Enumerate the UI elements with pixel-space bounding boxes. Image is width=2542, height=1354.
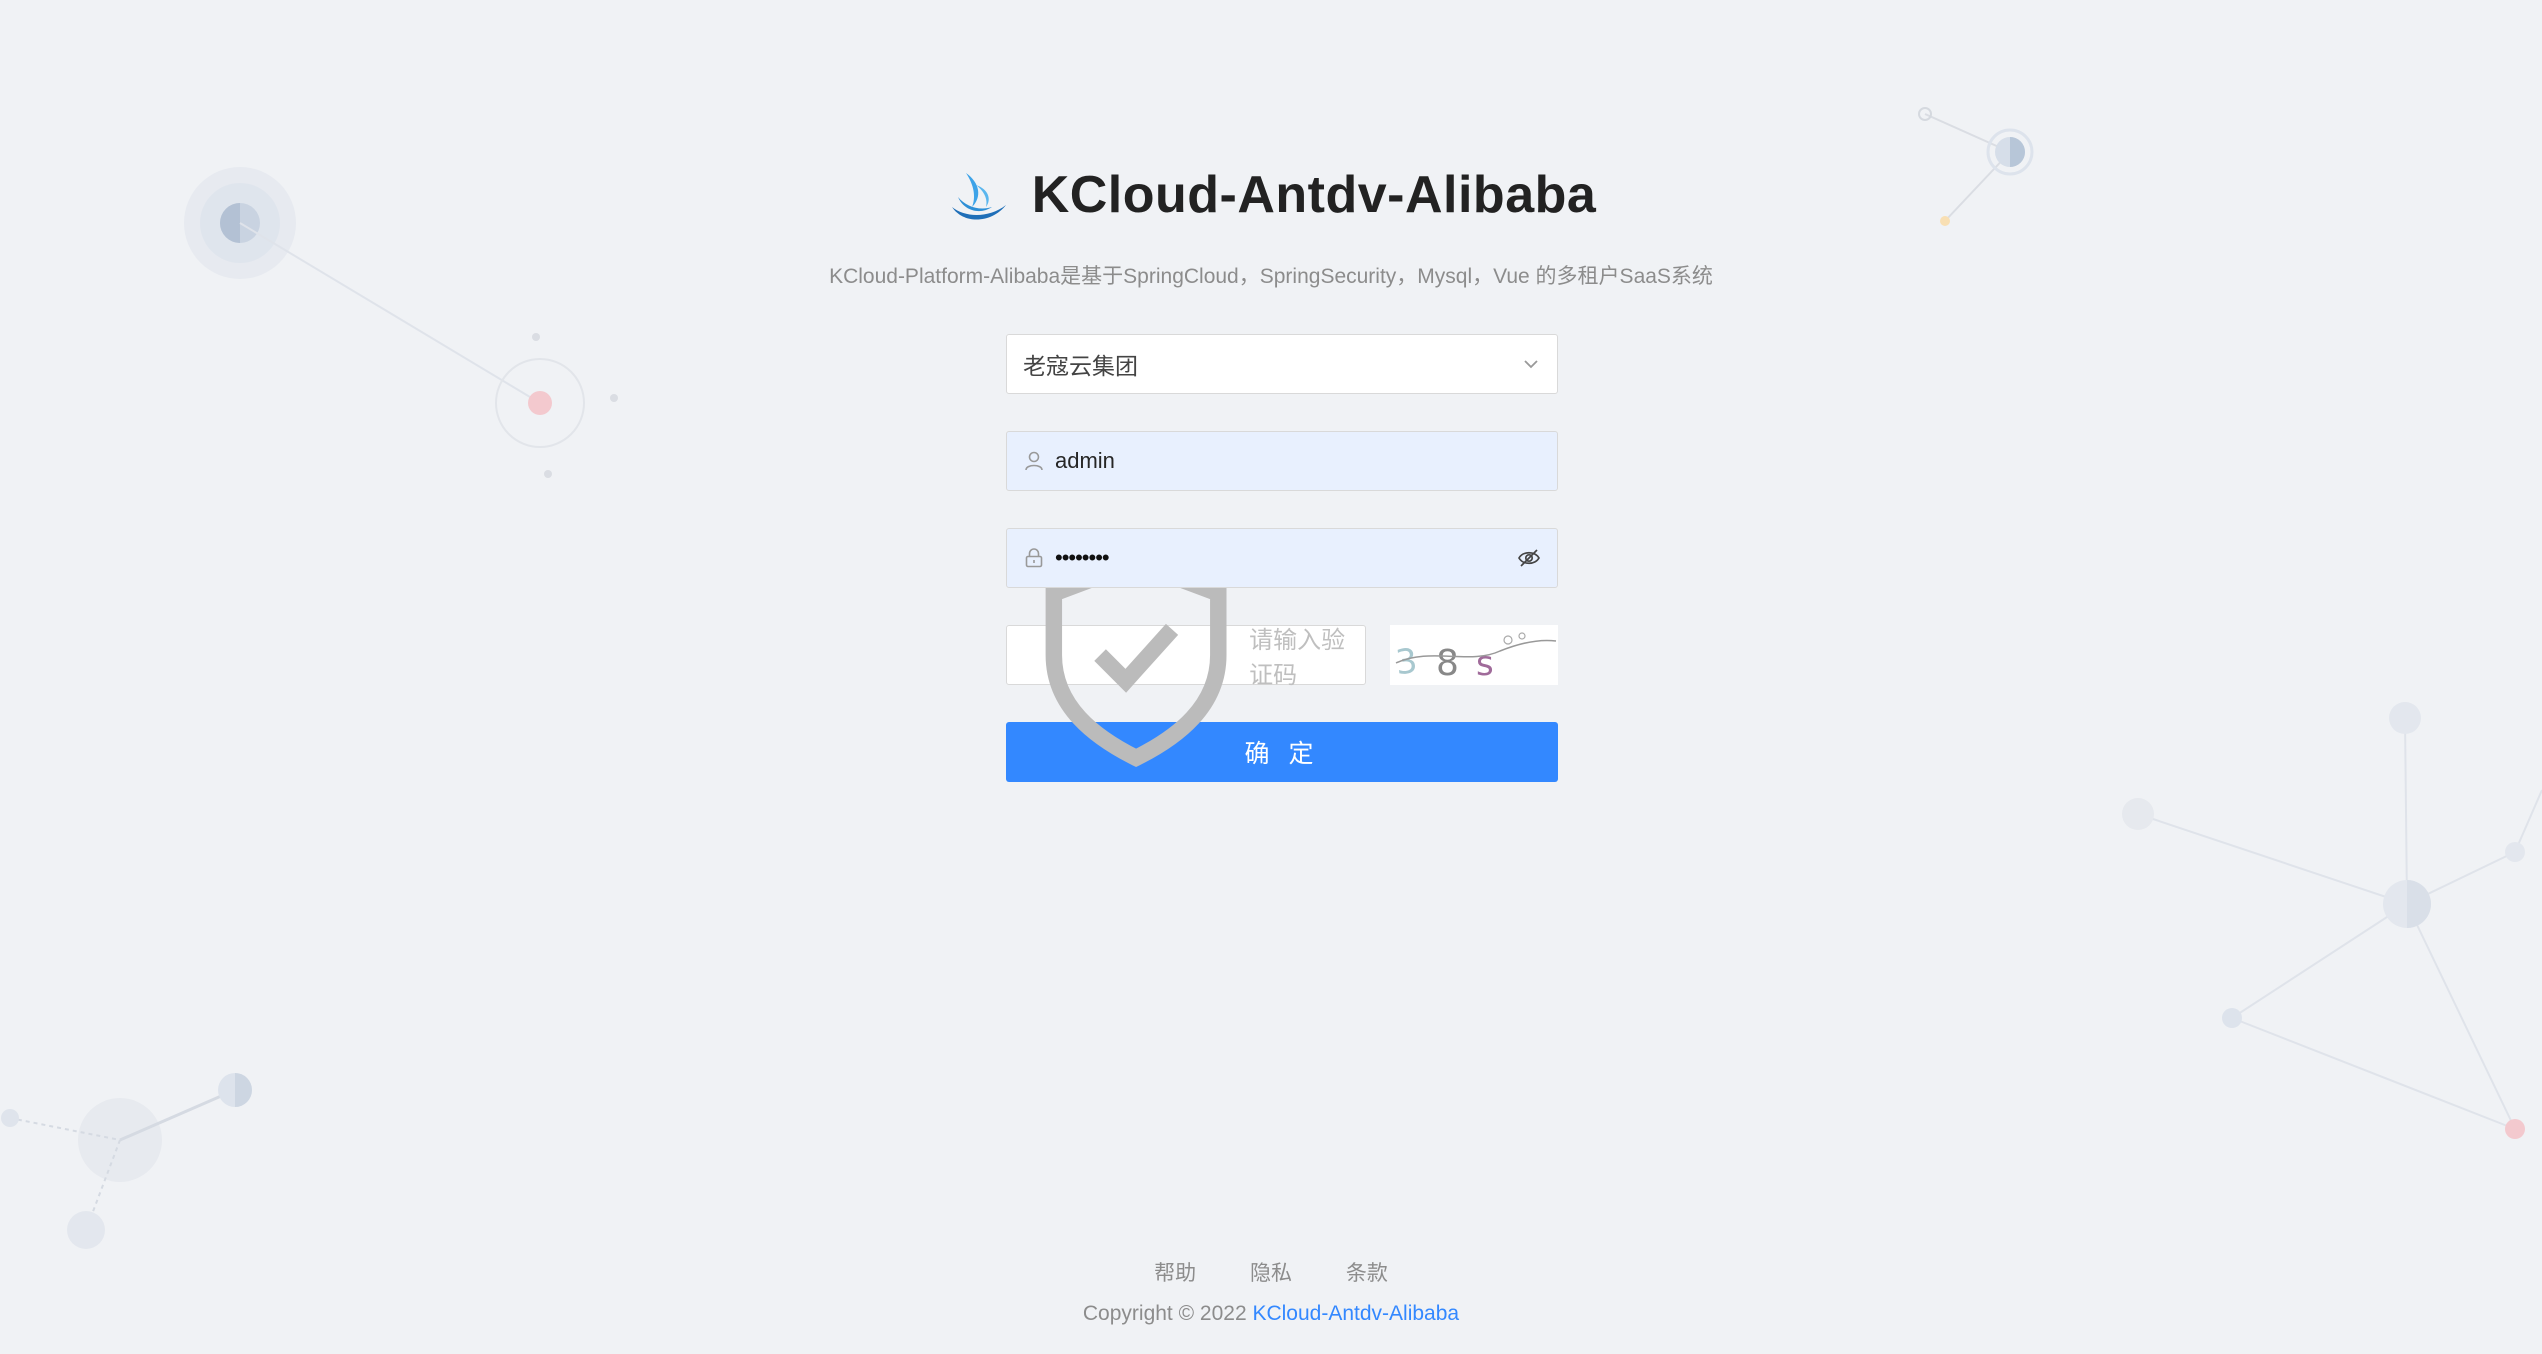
captcha-input[interactable]: 请输入验证码 (1006, 553, 1366, 767)
wave-logo-icon (951, 173, 1006, 220)
app-subtitle: KCloud-Platform-Alibaba是基于SpringCloud，Sp… (829, 265, 1713, 288)
app-title: KCloud-Antdv-Alibaba (1031, 166, 1597, 224)
tenant-select[interactable]: 老寇云集团 (1006, 334, 1558, 394)
footer-links: 帮助 隐私 条款 (0, 1257, 2542, 1287)
footer-link-terms[interactable]: 条款 (1346, 1262, 1388, 1285)
username-value: admin (1055, 448, 1115, 473)
password-value: •••••••• (1055, 545, 1110, 570)
svg-text:8: 8 (1436, 643, 1459, 684)
copyright: Copyright © 2022 KCloud-Antdv-Alibaba (0, 1302, 2542, 1326)
captcha-row: 请输入验证码 3 8 s (1006, 553, 1558, 767)
header: KCloud-Antdv-Alibaba KCloud-Platform-Ali… (0, 150, 2542, 290)
captcha-image[interactable]: 3 8 s (1390, 625, 1558, 685)
password-field[interactable]: •••••••• (1006, 528, 1558, 588)
copyright-brand-link[interactable]: KCloud-Antdv-Alibaba (1252, 1302, 1459, 1325)
captcha-placeholder: 请输入验证码 (1249, 627, 1346, 689)
username-field[interactable]: admin (1006, 431, 1558, 491)
chevron-down-icon[interactable] (1521, 354, 1541, 374)
title-row: KCloud-Antdv-Alibaba (946, 150, 1597, 240)
copyright-prefix: Copyright © 2022 (1082, 1302, 1253, 1325)
tenant-select-value: 老寇云集团 (1023, 353, 1138, 379)
footer-link-privacy[interactable]: 隐私 (1250, 1262, 1292, 1285)
login-form: 老寇云集团 admin •••••••• 请输入验证码 3 8 s 确 定 (1006, 334, 1558, 782)
svg-text:s: s (1476, 644, 1494, 684)
lock-icon (1025, 548, 1043, 568)
eye-invisible-icon[interactable] (1517, 546, 1541, 570)
user-icon (1025, 451, 1043, 471)
footer-link-help[interactable]: 帮助 (1154, 1262, 1196, 1285)
